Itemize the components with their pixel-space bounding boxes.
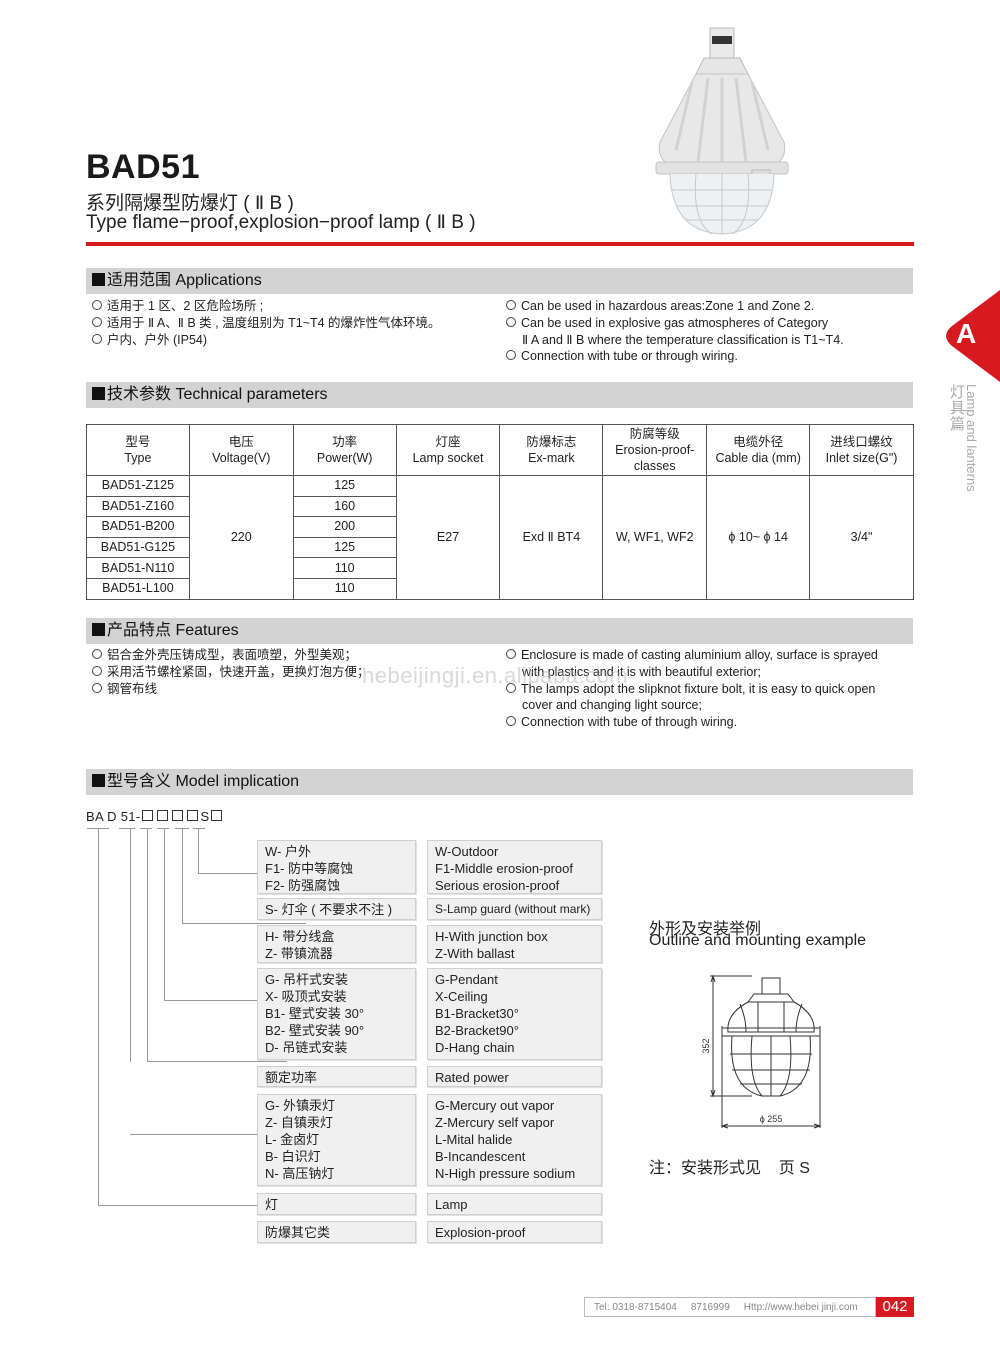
square-bullet-icon: [92, 774, 105, 787]
circle-bullet-icon: [92, 316, 102, 327]
product-photo: [655, 27, 789, 235]
model-box-lamptype-en: G-Mercury out vapor Z-Mercury self vapor L…: [427, 1094, 602, 1186]
square-bullet-icon: [92, 623, 105, 636]
outline-title-en: Outline and mounting example: [649, 932, 867, 949]
footer-url[interactable]: Http://www.hebei jinji.com: [744, 1302, 858, 1313]
inlet-cell: 3/4": [809, 475, 914, 600]
list-item: Connection with tube or through wiring.: [506, 348, 916, 365]
list-item: 适用于 Ⅱ A、Ⅱ B 类 , 温度组别为 T1~T4 的爆炸性气体环境。: [92, 315, 502, 332]
exmark-cell: Exd Ⅱ BT4: [499, 475, 604, 600]
applications-en-list: Can be used in hazardous areas:Zone 1 an…: [506, 298, 916, 365]
list-item: Connection with tube of through wiring.: [506, 714, 918, 731]
column-header-erosion: 防腐等级 Erosion-proof-classes: [602, 424, 708, 476]
table-header-row: 型号 Type 电压 Voltage(V) 功率 Power(W) 灯座 Lamp so…: [86, 424, 914, 476]
table-row: BAD51-Z125 220 125 E27 Exd Ⅱ BT4 W, WF1,…: [86, 475, 914, 600]
header-divider: [86, 242, 914, 246]
list-item: 户内、户外 (IP54): [92, 332, 502, 349]
circle-bullet-icon: [92, 649, 102, 659]
applications-heading: 适用范围 Applications: [86, 268, 913, 294]
circle-bullet-icon: [92, 682, 102, 693]
column-header-cable-dia: 电缆外径 Cable dia (mm): [706, 424, 811, 476]
model-box-power-en: Rated power: [427, 1066, 602, 1087]
code-slot-box: [211, 810, 223, 821]
height-dimension-label: 352: [701, 1038, 711, 1053]
circle-bullet-icon: [92, 300, 102, 310]
width-dimension-label: ϕ 255: [760, 1114, 783, 1124]
circle-bullet-icon: [92, 333, 102, 344]
model-heading: 型号含义 Model implication: [86, 769, 913, 795]
outline-drawing: 352 ϕ 255: [701, 974, 822, 1129]
code-slot-box: [157, 810, 169, 821]
footer-contact: Tel: 0318-8715404 8716999 Http://www.hebei…: [584, 1297, 876, 1317]
voltage-cell: 220: [188, 475, 294, 600]
list-item: Can be used in explosive gas atmospheres…: [506, 315, 916, 349]
code-slot-box: [187, 810, 199, 821]
circle-bullet-icon: [506, 716, 516, 727]
circle-bullet-icon: [506, 316, 516, 327]
model-box-lampguard-en: S-Lamp guard (without mark): [427, 898, 602, 920]
model-box-mounting-en: G-Pendant X-Ceiling B1-Bracket30° B2-Bracke…: [427, 968, 602, 1060]
cable-cell: ϕ 10~ ϕ 14: [706, 475, 811, 600]
column-header-type: 型号 Type: [86, 424, 190, 476]
model-box-lamp-en: Lamp: [427, 1193, 602, 1215]
code-slot-box: [172, 810, 184, 821]
list-item: 铝合金外壳压铸成型，表面喷塑，外型美观；: [92, 647, 502, 664]
column-header-lamp-socket: 灯座 Lamp socket: [395, 424, 501, 476]
applications-cn-list: 适用于 1 区、2 区危险场所 ; 适用于 Ⅱ A、Ⅱ B 类 , 温度组别为 …: [92, 298, 502, 348]
circle-bullet-icon: [506, 649, 516, 659]
code-slot-box: [142, 810, 154, 821]
footer-tel: Tel: 0318-8715404: [594, 1302, 677, 1313]
page-number: 042: [876, 1297, 914, 1317]
model-box-erosion-cn: W- 户外 F1- 防中等腐蚀 F2- 防强腐蚀: [257, 840, 416, 894]
circle-bullet-icon: [506, 350, 516, 361]
product-title: BAD51: [86, 148, 200, 186]
erosion-cell: W, WF1, WF2: [602, 475, 708, 600]
circle-bullet-icon: [92, 665, 102, 676]
section-tab-label-en: Lamp and lanterns: [964, 384, 979, 492]
circle-bullet-icon: [506, 300, 516, 310]
model-box-power-cn: 额定功率: [257, 1066, 416, 1087]
column-header-voltage: 电压 Voltage(V): [188, 424, 294, 476]
outline-note: 注：安装形式见 页 S: [649, 1160, 810, 1177]
list-item: Can be used in hazardous areas:Zone 1 an…: [506, 298, 916, 315]
features-heading: 产品特点 Features: [86, 618, 913, 644]
model-box-exproof-en: Explosion-proof: [427, 1221, 602, 1243]
technical-heading: 技术参数 Technical parameters: [86, 382, 913, 408]
watermark: hebeijingji.en.alibaba.com: [362, 663, 629, 688]
model-box-exproof-cn: 防爆其它类: [257, 1221, 416, 1243]
subtitle-english: Type flame−proof,explosion−proof lamp ( …: [86, 212, 476, 233]
model-box-lamp-cn: 灯: [257, 1193, 416, 1215]
socket-cell: E27: [395, 475, 501, 600]
footer-tel2: 8716999: [690, 1302, 730, 1313]
technical-parameters-table: 型号 Type 电压 Voltage(V) 功率 Power(W) 灯座 Lamp so…: [86, 424, 914, 600]
model-box-lamptype-cn: G- 外镇汞灯 Z- 自镇汞灯 L- 金卤灯 B- 白识灯 N- 高压钠灯: [257, 1094, 416, 1186]
model-box-lampguard-cn: S- 灯伞 ( 不要求不注 ): [257, 898, 416, 920]
model-box-mounting-cn: G- 吊杆式安装 X- 吸顶式安装 B1- 壁式安装 30° B2- 壁式安装 90°…: [257, 968, 416, 1060]
column-header-ex-mark: 防爆标志 Ex-mark: [499, 424, 604, 476]
section-tab-letter: A: [956, 318, 977, 349]
column-header-power: 功率 Power(W): [292, 424, 397, 476]
model-code: BA D 51- S: [86, 809, 224, 824]
square-bullet-icon: [92, 387, 105, 400]
square-bullet-icon: [92, 273, 105, 286]
list-item: 适用于 1 区、2 区危险场所 ;: [92, 298, 502, 315]
model-box-accessory-en: H-With junction box Z-With ballast: [427, 925, 602, 963]
column-header-inlet-size: 进线口螺纹 Inlet size(G"): [809, 424, 914, 476]
model-box-accessory-cn: H- 带分线盒 Z- 带镇流器: [257, 925, 416, 963]
model-box-erosion-en: W-Outdoor F1-Middle erosion-proof Serious …: [427, 840, 602, 894]
